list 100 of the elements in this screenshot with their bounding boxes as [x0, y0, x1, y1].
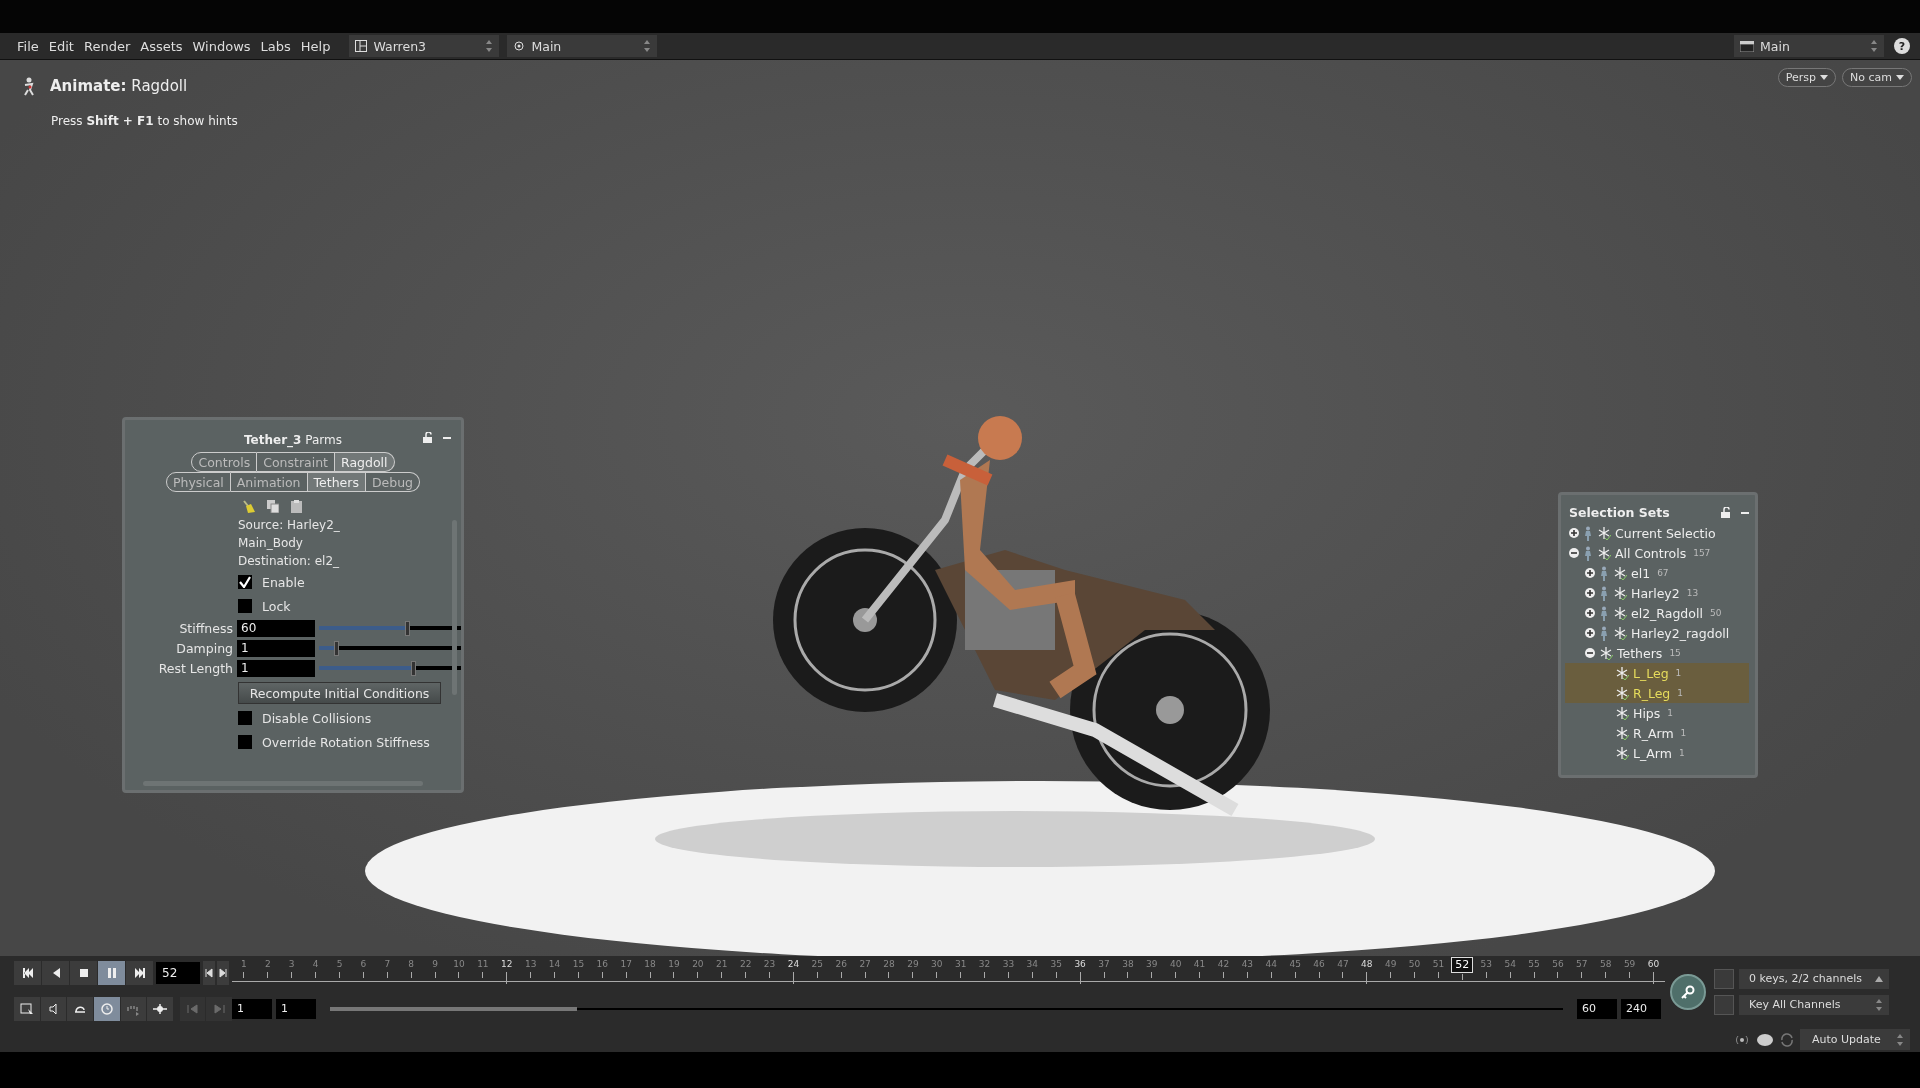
range-selection[interactable] — [330, 1006, 577, 1011]
frame-number: 56 — [1552, 959, 1564, 969]
broom-icon[interactable] — [242, 499, 255, 513]
slider-handle[interactable] — [405, 620, 411, 636]
frame-number: 41 — [1193, 959, 1206, 969]
menu-item[interactable]: Render — [78, 38, 136, 54]
menu-item[interactable]: Edit — [43, 38, 79, 54]
current-frame-marker[interactable]: 52 — [1451, 957, 1474, 973]
loop-button[interactable] — [67, 996, 93, 1021]
step-back-button[interactable] — [203, 961, 215, 985]
scrollbar[interactable] — [452, 520, 457, 695]
checkbox[interactable] — [238, 735, 252, 749]
step-forward-icon — [219, 968, 227, 978]
number-field[interactable]: 1 — [237, 659, 315, 677]
expand-icon[interactable] — [1569, 528, 1579, 538]
next-key-button[interactable] — [206, 996, 232, 1021]
collapse-icon[interactable] — [1585, 648, 1595, 658]
checkbox[interactable] — [238, 599, 252, 613]
slider-handle[interactable] — [334, 640, 340, 656]
minimize-icon[interactable] — [443, 436, 451, 439]
frame-number: 37 — [1098, 959, 1110, 969]
keys-button[interactable] — [147, 996, 173, 1021]
menu-item[interactable]: Help — [295, 38, 336, 54]
frame-field[interactable]: 52 — [156, 962, 200, 984]
asterisk-icon — [1613, 606, 1627, 620]
jump-start-button[interactable] — [14, 961, 41, 985]
tab[interactable]: Tethers — [307, 472, 366, 492]
range-slider[interactable] — [330, 1007, 1563, 1010]
spinner-arrows-icon — [1896, 1032, 1904, 1047]
selection-set-item[interactable]: L_Arm 1 — [1565, 743, 1749, 763]
stop-button[interactable] — [70, 961, 97, 985]
info-text: Source: Harley2_ — [238, 517, 341, 534]
clipboard-icon[interactable] — [291, 499, 302, 513]
desktop-dropdown[interactable]: Warren3 — [349, 35, 500, 57]
range-field[interactable]: 60 — [1577, 998, 1617, 1019]
keys-dropdown[interactable]: 0 keys, 2/2 channels — [1739, 968, 1889, 989]
selection-set-item[interactable]: Current Selectio — [1565, 523, 1749, 543]
realtime-button[interactable] — [93, 996, 120, 1021]
frame-number: 25 — [811, 959, 824, 969]
recompute-button[interactable]: Recompute Initial Conditions — [238, 682, 441, 704]
range-field[interactable]: 240 — [1621, 998, 1661, 1019]
camera-menu-button[interactable]: Persp — [1777, 68, 1837, 87]
selection-set-item[interactable]: R_Arm 1 — [1565, 723, 1749, 743]
frame-number: 16 — [596, 959, 609, 969]
expand-icon[interactable] — [1585, 568, 1595, 578]
selection-set-item[interactable]: Harley2_ragdoll — [1565, 623, 1749, 643]
tab[interactable]: Ragdoll — [335, 452, 395, 472]
selection-set-item[interactable]: el1 67 — [1565, 563, 1749, 583]
hint-text: Press Shift + F1 to show hints — [50, 114, 239, 128]
item-count: 50 — [1709, 608, 1722, 618]
menu-item[interactable]: Windows — [187, 38, 256, 54]
play-backward-button[interactable] — [42, 961, 69, 985]
help-button[interactable]: ? — [1894, 38, 1910, 54]
range-field[interactable]: 1 — [232, 998, 272, 1019]
frame-number: 17 — [620, 959, 632, 969]
viewport-layout-dropdown[interactable]: Main — [507, 35, 658, 57]
item-count: 1 — [1678, 748, 1685, 758]
expand-icon[interactable] — [1585, 588, 1595, 598]
unlock-icon[interactable] — [1721, 507, 1731, 518]
update-mode-dropdown[interactable]: Auto Update — [1800, 1029, 1910, 1050]
selection-set-label: R_Arm — [1633, 725, 1674, 741]
slider-handle[interactable] — [410, 660, 416, 676]
audio-button[interactable] — [40, 996, 67, 1021]
asterisk-icon — [1613, 586, 1627, 600]
menu-item[interactable]: File — [12, 38, 44, 54]
selection-set-item[interactable]: Tethers 15 — [1565, 643, 1749, 663]
key-mode-dropdown[interactable]: Key All Channels — [1739, 994, 1889, 1015]
previous-key-button[interactable] — [179, 996, 206, 1021]
refresh-icon[interactable] — [1780, 1032, 1794, 1047]
selection-set-item[interactable]: Harley2 13 — [1565, 583, 1749, 603]
key-button[interactable] — [1670, 973, 1706, 1010]
expand-icon[interactable] — [1585, 628, 1595, 638]
camera-menu-button[interactable]: No cam — [1842, 68, 1912, 87]
figure-icon — [1583, 525, 1593, 541]
unlock-icon[interactable] — [423, 432, 433, 443]
caret-icon — [1896, 75, 1904, 80]
info-text: Destination: el2_ — [238, 553, 341, 570]
checkbox[interactable] — [238, 711, 252, 725]
selection-set-label: el1 — [1631, 565, 1651, 581]
range-field[interactable]: 1 — [276, 998, 316, 1019]
step-forward-button[interactable] — [217, 961, 229, 985]
minimize-icon[interactable] — [1741, 511, 1749, 514]
asterisk-icon — [1597, 546, 1611, 560]
select-tool-button[interactable] — [14, 996, 40, 1021]
menu-item[interactable]: Assets — [135, 38, 188, 54]
expand-icon[interactable] — [1585, 608, 1595, 618]
collapse-icon[interactable] — [1569, 548, 1579, 558]
copy-icon[interactable] — [267, 499, 279, 513]
jump-end-button[interactable] — [126, 961, 153, 985]
number-field[interactable]: 60 — [237, 619, 315, 637]
selection-set-item[interactable]: Hips 1 — [1565, 703, 1749, 723]
checkbox[interactable] — [238, 575, 252, 589]
selection-set-item[interactable]: L_Leg 1 — [1565, 663, 1749, 683]
context-dropdown[interactable]: Main — [1734, 35, 1884, 57]
number-field[interactable]: 1 — [237, 639, 315, 657]
menu-item[interactable]: Labs — [255, 38, 296, 54]
selection-set-item[interactable]: All Controls 157 — [1565, 543, 1749, 563]
selection-set-item[interactable]: R_Leg 1 — [1565, 683, 1749, 703]
frame-number: 44 — [1265, 959, 1277, 969]
selection-set-item[interactable]: el2_Ragdoll 50 — [1565, 603, 1749, 623]
